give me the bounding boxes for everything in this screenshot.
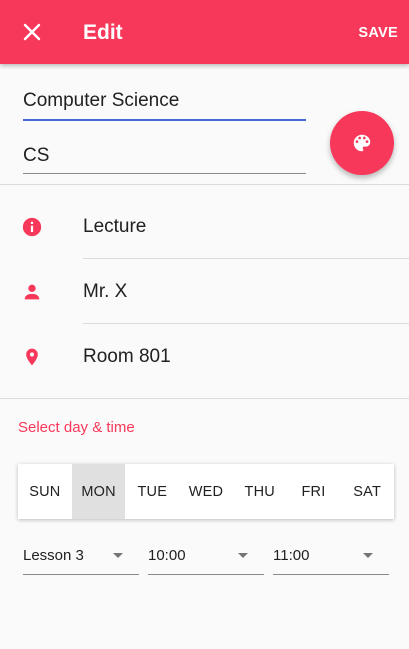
dropdown-underline [148, 574, 264, 575]
palette-icon [353, 134, 371, 152]
end-time-dropdown[interactable]: 11:00 [273, 541, 389, 575]
detail-row-room[interactable]: Room 801 [0, 325, 409, 389]
schedule-section-title: Select day & time [18, 419, 135, 436]
dropdown-underline [23, 574, 139, 575]
location-pin-icon [20, 345, 44, 369]
color-picker-button[interactable] [330, 111, 394, 175]
lesson-value: Lesson 3 [23, 547, 84, 564]
dropdown-arrow-icon [238, 553, 248, 558]
row-divider [83, 258, 409, 259]
page-title: Edit [83, 21, 123, 44]
header-divider [0, 184, 409, 185]
close-icon [23, 23, 41, 41]
lesson-dropdown[interactable]: Lesson 3 [23, 541, 139, 575]
detail-label-teacher: Mr. X [83, 281, 128, 302]
dropdown-arrow-icon [363, 553, 373, 558]
save-button[interactable]: SAVE [358, 24, 398, 42]
abbreviation-field[interactable]: CS [23, 145, 306, 177]
day-selector: SUN MON TUE WED THU FRI SAT [18, 464, 394, 519]
abbreviation-underline [23, 173, 306, 174]
detail-label-room: Room 801 [83, 346, 171, 367]
day-sun[interactable]: SUN [18, 464, 72, 519]
day-thu[interactable]: THU [233, 464, 287, 519]
day-wed[interactable]: WED [179, 464, 233, 519]
section-divider [0, 398, 409, 399]
start-time-value: 10:00 [148, 547, 186, 564]
day-tue[interactable]: TUE [125, 464, 179, 519]
close-button[interactable] [18, 18, 46, 46]
row-divider [83, 323, 409, 324]
day-sat[interactable]: SAT [340, 464, 394, 519]
detail-row-teacher[interactable]: Mr. X [0, 260, 409, 324]
start-time-dropdown[interactable]: 10:00 [148, 541, 264, 575]
app-bar: Edit SAVE [0, 0, 409, 64]
day-fri[interactable]: FRI [287, 464, 341, 519]
detail-label-type: Lecture [83, 216, 147, 237]
abbreviation-value: CS [23, 145, 50, 166]
subject-name-underline [23, 119, 306, 121]
day-mon[interactable]: MON [71, 464, 126, 519]
person-icon [20, 280, 44, 304]
dropdown-arrow-icon [113, 553, 123, 558]
detail-row-type[interactable]: Lecture [0, 195, 409, 259]
info-icon [20, 215, 44, 239]
dropdown-underline [273, 574, 389, 575]
subject-name-field[interactable]: Computer Science [23, 90, 306, 122]
end-time-value: 11:00 [273, 547, 310, 564]
subject-name-value: Computer Science [23, 90, 180, 111]
